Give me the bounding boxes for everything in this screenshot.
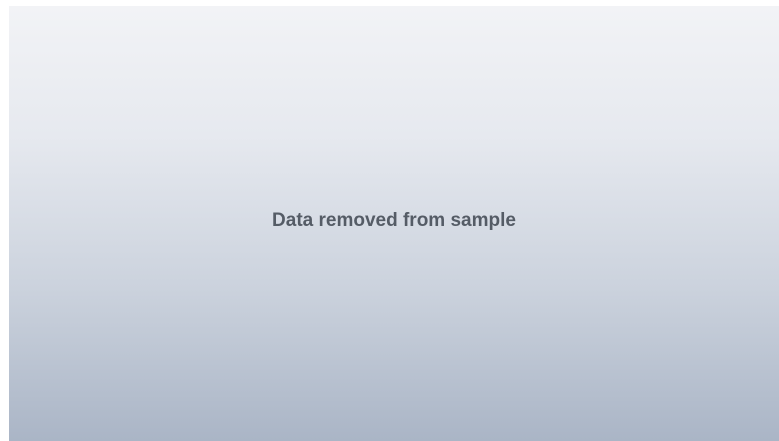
screenshot-frame: Data removed from sample (0, 0, 779, 441)
placeholder-panel: Data removed from sample (9, 6, 779, 441)
placeholder-message: Data removed from sample (272, 210, 516, 231)
